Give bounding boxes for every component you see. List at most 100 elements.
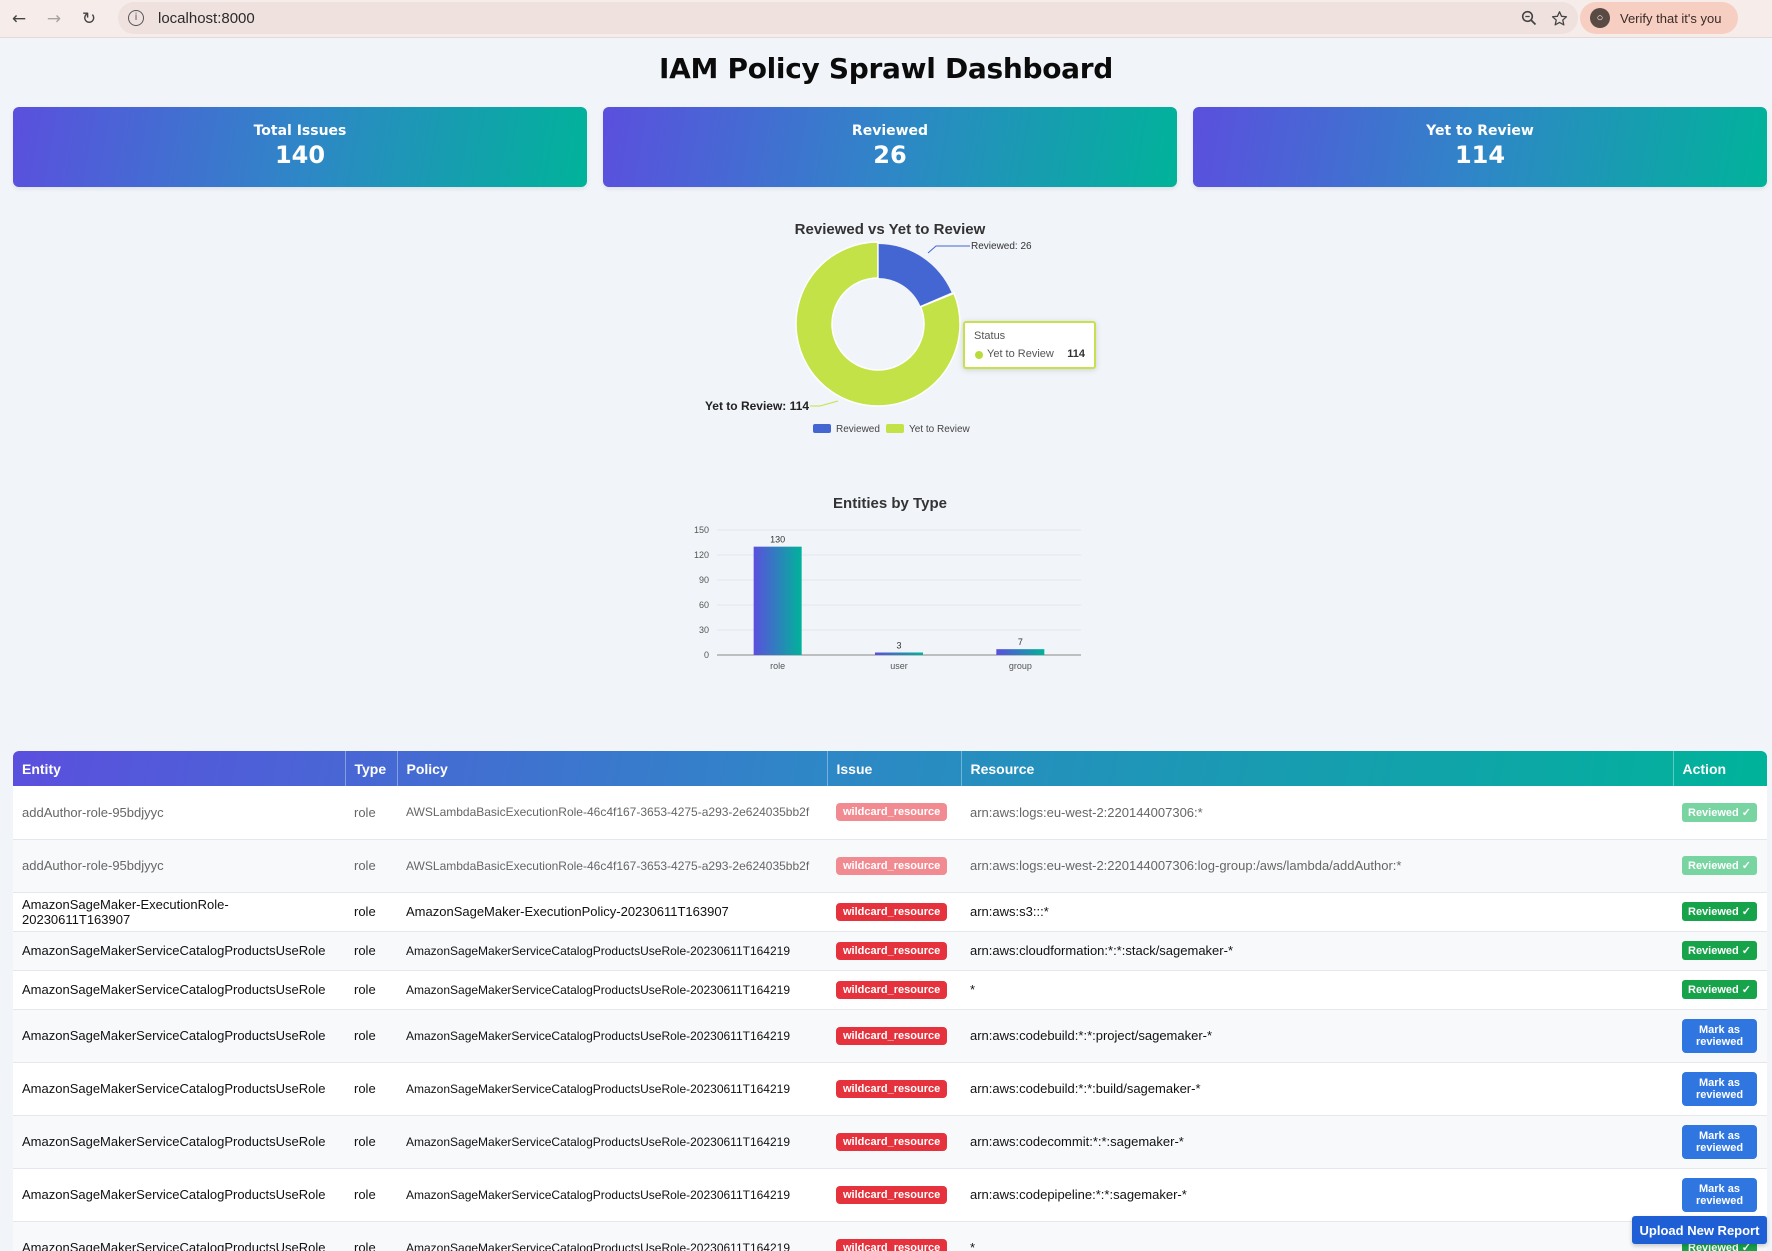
verify-label: Verify that it's you xyxy=(1620,10,1722,26)
mark-as-reviewed-button[interactable]: Mark as reviewed xyxy=(1682,1071,1757,1106)
reviewed-status-badge: Reviewed ✓ xyxy=(1682,980,1758,999)
cell-policy: AmazonSageMakerServiceCatalogProductsUse… xyxy=(397,931,827,971)
issues-table: Entity Type Policy Issue Resource Action… xyxy=(13,751,1767,1251)
cell-entity: AmazonSageMakerServiceCatalogProductsUse… xyxy=(13,1009,345,1063)
upload-new-report-button[interactable]: Upload New Report xyxy=(1632,1216,1767,1244)
cell-action: Reviewed ✓ xyxy=(1673,970,1767,1010)
issue-badge: wildcard_resource xyxy=(836,856,948,875)
cell-resource: arn:aws:logs:eu-west-2:220144007306:* xyxy=(961,786,1673,840)
tooltip-value: 114 xyxy=(1067,348,1085,360)
issue-badge: wildcard_resource xyxy=(836,980,948,999)
issue-badge: wildcard_resource xyxy=(836,902,948,921)
cell-policy: AmazonSageMakerServiceCatalogProductsUse… xyxy=(397,970,827,1010)
url-text[interactable]: localhost:8000 xyxy=(158,10,255,27)
stat-label: Reviewed xyxy=(851,123,929,139)
site-info-icon[interactable]: i xyxy=(128,10,144,26)
reload-icon[interactable]: ↻ xyxy=(78,8,100,30)
cell-entity: AmazonSageMakerServiceCatalogProductsUse… xyxy=(13,1168,345,1222)
cell-policy: AmazonSageMakerServiceCatalogProductsUse… xyxy=(397,1168,827,1222)
cell-resource: arn:aws:codepipeline:*:*:sagemaker-* xyxy=(961,1168,1673,1222)
cell-resource: arn:aws:codebuild:*:*:build/sagemaker-* xyxy=(961,1062,1673,1116)
table-row: AmazonSageMakerServiceCatalogProductsUse… xyxy=(13,1009,1767,1063)
column-header-issue[interactable]: Issue xyxy=(827,751,962,786)
cell-issue: wildcard_resource xyxy=(827,1115,961,1169)
y-tick-label: 30 xyxy=(699,625,709,635)
cell-type: role xyxy=(345,839,397,893)
cell-type: role xyxy=(345,892,397,932)
legend-label-yet[interactable]: Yet to Review xyxy=(909,424,971,435)
chart-tooltip: Status Yet to Review 114 xyxy=(963,321,1096,369)
cell-resource: arn:aws:s3:::* xyxy=(961,892,1673,932)
column-header-action[interactable]: Action xyxy=(1673,751,1767,786)
bar-role[interactable] xyxy=(753,546,802,655)
cell-policy: AmazonSageMakerServiceCatalogProductsUse… xyxy=(397,1009,827,1063)
bar-value-label: 7 xyxy=(1018,637,1023,647)
issue-badge: wildcard_resource xyxy=(836,941,948,960)
profile-avatar: ○ xyxy=(1590,8,1610,28)
cell-resource: arn:aws:logs:eu-west-2:220144007306:log-… xyxy=(961,839,1673,893)
mark-as-reviewed-button[interactable]: Mark as reviewed xyxy=(1682,1018,1757,1053)
mark-as-reviewed-button[interactable]: Mark as reviewed xyxy=(1682,1177,1757,1212)
donut-slice-reviewed[interactable] xyxy=(878,244,952,306)
cell-entity: addAuthor-role-95bdjyyc xyxy=(13,786,345,840)
legend-swatch-yet[interactable] xyxy=(886,424,904,433)
cell-action: Mark as reviewed xyxy=(1673,1009,1767,1063)
cell-issue: wildcard_resource xyxy=(827,892,961,932)
bar-group[interactable] xyxy=(996,649,1045,655)
cell-action: Reviewed ✓ xyxy=(1673,786,1767,840)
reviewed-status-badge: Reviewed ✓ xyxy=(1682,802,1758,822)
column-header-resource[interactable]: Resource xyxy=(961,751,1674,786)
x-tick-label: group xyxy=(1009,661,1032,671)
mark-as-reviewed-button[interactable]: Mark as reviewed xyxy=(1682,1124,1757,1159)
bar-chart-svg: Entities by Type 0 30 60 90 120 150 130 role 3 u… xyxy=(694,495,1081,671)
bar-value-label: 130 xyxy=(770,535,785,545)
bookmark-star-icon[interactable] xyxy=(1551,10,1568,27)
column-header-policy[interactable]: Policy xyxy=(397,751,828,786)
table-row: AmazonSageMaker-ExecutionRole-20230611T1… xyxy=(13,892,1767,932)
cell-entity: AmazonSageMakerServiceCatalogProductsUse… xyxy=(13,1115,345,1169)
stat-card-yet-to-review: Yet to Review 114 xyxy=(1193,107,1767,187)
donut-slice-yet-to-review[interactable] xyxy=(795,241,961,407)
legend-swatch-reviewed[interactable] xyxy=(813,424,831,433)
browser-toolbar: ← → ↻ i localhost:8000 ○ Verify that it'… xyxy=(0,0,1772,38)
table-row: addAuthor-role-95bdjyyc role AWSLambdaBasi… xyxy=(13,786,1767,840)
cell-issue: wildcard_resource xyxy=(827,786,961,840)
cell-resource: arn:aws:codebuild:*:*:project/sagemaker-… xyxy=(961,1009,1673,1063)
issue-badge: wildcard_resource xyxy=(836,1079,948,1098)
cell-issue: wildcard_resource xyxy=(827,970,961,1010)
stat-card-total: Total Issues 140 xyxy=(13,107,587,187)
address-bar[interactable]: i localhost:8000 xyxy=(118,2,1578,34)
stat-card-reviewed: Reviewed 26 xyxy=(603,107,1177,187)
cell-issue: wildcard_resource xyxy=(827,1062,961,1116)
y-tick-label: 0 xyxy=(704,650,709,660)
cell-policy: AWSLambdaBasicExecutionRole-46c4f167-365… xyxy=(397,839,827,893)
bar-user[interactable] xyxy=(875,652,923,656)
forward-icon[interactable]: → xyxy=(43,8,65,30)
cell-action: Mark as reviewed xyxy=(1673,1115,1767,1169)
cell-entity: addAuthor-role-95bdjyyc xyxy=(13,839,345,893)
donut-chart-title: Reviewed vs Yet to Review xyxy=(795,221,986,238)
table-row: AmazonSageMakerServiceCatalogProductsUse… xyxy=(13,1168,1767,1222)
table-row: AmazonSageMakerServiceCatalogProductsUse… xyxy=(13,970,1767,1010)
tooltip-series-name: Yet to Review xyxy=(987,348,1054,360)
column-header-entity[interactable]: Entity xyxy=(13,751,346,786)
cell-entity: AmazonSageMakerServiceCatalogProductsUse… xyxy=(13,970,345,1010)
table-row: AmazonSageMakerServiceCatalogProductsUse… xyxy=(13,1221,1767,1251)
y-tick-label: 60 xyxy=(699,600,709,610)
cell-type: role xyxy=(345,1115,397,1169)
cell-policy: AmazonSageMaker-ExecutionPolicy-20230611… xyxy=(397,892,827,932)
cell-policy: AmazonSageMakerServiceCatalogProductsUse… xyxy=(397,1221,827,1251)
stat-value: 26 xyxy=(873,141,907,169)
cell-type: role xyxy=(345,1168,397,1222)
donut-label-yet: Yet to Review: 114 xyxy=(705,399,809,413)
verify-identity-chip[interactable]: ○ Verify that it's you xyxy=(1580,2,1738,34)
zoom-icon[interactable] xyxy=(1521,10,1537,26)
back-icon[interactable]: ← xyxy=(8,8,30,30)
legend-label-reviewed[interactable]: Reviewed xyxy=(836,424,880,435)
issue-badge: wildcard_resource xyxy=(836,803,948,822)
cell-resource: arn:aws:codecommit:*:*:sagemaker-* xyxy=(961,1115,1673,1169)
cell-type: role xyxy=(345,1062,397,1116)
stat-value: 140 xyxy=(274,141,326,169)
column-header-type[interactable]: Type xyxy=(345,751,398,786)
cell-action: Reviewed ✓ xyxy=(1673,839,1767,893)
